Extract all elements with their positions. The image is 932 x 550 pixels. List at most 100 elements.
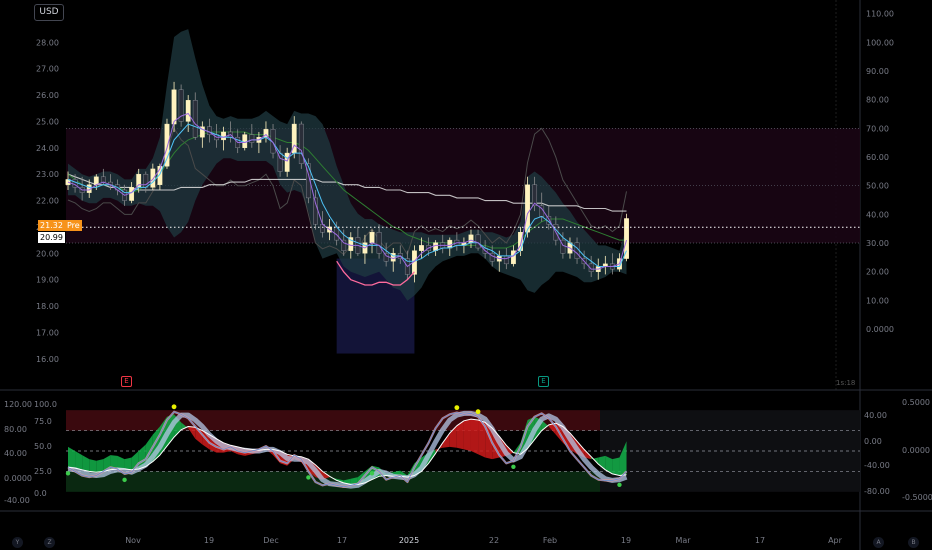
time-axis-label: 22 [489, 536, 499, 545]
time-axis-label: 17 [337, 536, 347, 545]
left-axis-tick: 18.00 [36, 302, 59, 311]
left-axis-tick: 20.00 [36, 249, 59, 258]
right-axis-tick: 40.00 [866, 210, 889, 219]
osc-left-tick: 25.0 [34, 467, 52, 476]
candle-body [242, 134, 248, 148]
right-axis-tick: 0.0000 [866, 325, 894, 334]
osc-area-segment [89, 459, 97, 473]
dividend-event-icon[interactable]: E [538, 376, 549, 387]
candle-body [447, 239, 453, 249]
price-chart[interactable]: 29.0028.0027.0026.0025.0024.0023.0022.00… [0, 0, 932, 550]
osc-signal-dot [369, 471, 375, 476]
osc-signal-dot [306, 475, 311, 480]
time-axis-label: 19 [204, 536, 214, 545]
time-axis-label: Feb [543, 536, 557, 545]
osc-area-segment [124, 457, 132, 470]
overbought-zone [66, 410, 600, 431]
osc-mid-tick: 0.00 [864, 437, 882, 446]
osc-area-segment [82, 455, 90, 472]
osc-signal-dot [65, 471, 71, 476]
candle-body [143, 173, 149, 188]
scale-button-left-b[interactable]: Z [44, 537, 55, 548]
time-axis-label: Nov [125, 536, 141, 545]
osc-left-tick: -40.00 [4, 496, 30, 505]
candle-body [468, 234, 474, 243]
osc-area-segment [68, 446, 76, 469]
osc-mid-tick: -80.00 [864, 487, 890, 496]
candle-body [383, 253, 389, 262]
left-axis-tick: 22.00 [36, 197, 59, 206]
osc-signal-dot [617, 482, 622, 487]
osc-area-segment [117, 455, 125, 469]
right-axis-tick: 70.00 [866, 124, 889, 133]
osc-area-segment [75, 451, 83, 470]
right-axis-tick: 80.00 [866, 96, 889, 105]
left-axis-tick: 28.00 [36, 38, 59, 47]
osc-mid-tick: -40.00 [864, 461, 890, 470]
osc-mid-tick: 40.00 [864, 411, 887, 420]
candle-body [475, 234, 481, 249]
bar-countdown: 1s:18 [836, 379, 856, 387]
left-axis-tick: 25.00 [36, 117, 59, 126]
scale-button-left-a[interactable]: Y [12, 537, 23, 548]
currency-badge[interactable]: USD [34, 4, 64, 21]
time-axis-label: Dec [263, 536, 278, 545]
scale-button-right-a[interactable]: A [873, 537, 884, 548]
osc-left-tick: 0.0 [34, 489, 47, 498]
left-axis-tick: 27.00 [36, 65, 59, 74]
osc-signal-dot [454, 405, 460, 411]
last-price-tag: 20.99 [38, 232, 65, 243]
time-axis-label: Apr [828, 536, 843, 545]
osc-right-tick: 0.0000 [902, 446, 930, 455]
osc-area-segment [188, 426, 196, 439]
left-axis-tick: 19.00 [36, 276, 59, 285]
right-axis-tick: 10.00 [866, 296, 889, 305]
osc-signal-dot [122, 477, 127, 483]
right-axis-tick: 90.00 [866, 67, 889, 76]
osc-left-tick: 120.00 [4, 400, 32, 409]
candle-body [171, 89, 177, 125]
osc-right-tick: -0.5000 [902, 493, 932, 502]
time-axis-label: Mar [675, 536, 691, 545]
candle-body [525, 184, 530, 233]
candle-body [93, 176, 99, 185]
candle-body [150, 168, 156, 188]
session-tag: Pre [65, 220, 82, 231]
right-axis-tick: 20.00 [866, 268, 889, 277]
right-axis-tick: 110.00 [866, 10, 894, 19]
time-axis-label: 17 [755, 536, 765, 545]
scale-button-right-b[interactable]: B [908, 537, 919, 548]
left-axis-tick: 24.00 [36, 144, 59, 153]
candle-body [221, 131, 226, 141]
right-axis-tick: 50.00 [866, 182, 889, 191]
candle-body [503, 255, 509, 265]
candle-body [419, 245, 424, 251]
candle-body [624, 218, 629, 259]
osc-area-segment [612, 457, 620, 476]
candle-body [433, 242, 439, 251]
left-axis-tick: 17.00 [36, 328, 59, 337]
osc-left-tick: 50.0 [34, 442, 52, 451]
time-axis-label: 2025 [399, 536, 419, 545]
osc-left-tick: 40.00 [4, 449, 27, 458]
earnings-event-icon[interactable]: E [121, 376, 132, 387]
osc-signal-dot [511, 464, 516, 469]
osc-right-tick: 0.5000 [902, 398, 930, 407]
time-axis-label: 19 [621, 536, 631, 545]
candle-body [100, 176, 106, 183]
candle-body [192, 100, 198, 138]
candle-body [369, 232, 375, 243]
candle-body [164, 123, 170, 167]
right-axis-tick: 100.00 [866, 38, 894, 47]
right-axis-tick: 60.00 [866, 153, 889, 162]
left-axis-tick: 26.00 [36, 91, 59, 100]
osc-left-tick: 80.00 [4, 425, 27, 434]
candle-body [129, 187, 135, 201]
left-axis-tick: 16.00 [36, 355, 59, 364]
left-axis-tick: 23.00 [36, 170, 59, 179]
osc-left-tick: 75.0 [34, 417, 52, 426]
osc-area-segment [463, 419, 471, 451]
candle-body [574, 242, 580, 259]
candle-body [376, 232, 382, 254]
osc-area-segment [96, 459, 104, 473]
